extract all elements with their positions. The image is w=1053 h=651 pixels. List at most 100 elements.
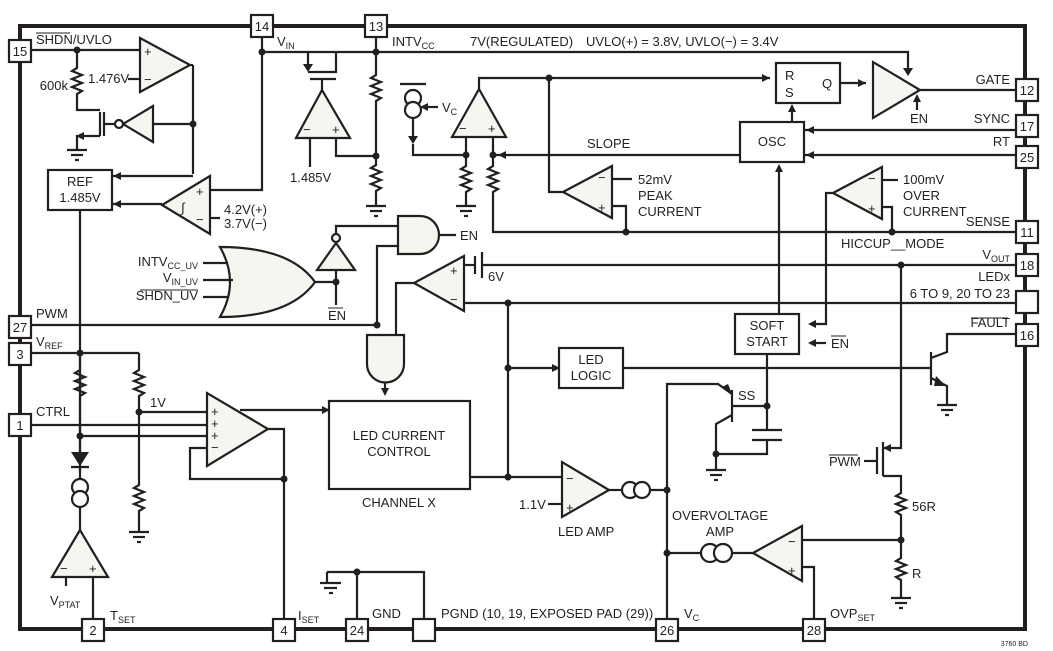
svg-text:+: + [144, 44, 152, 59]
svg-text:+: + [598, 200, 606, 215]
pin-4-iset: 4 ISET [271, 608, 320, 643]
svg-text:OSC: OSC [758, 134, 786, 149]
svg-text:PWM: PWM [36, 306, 68, 321]
svg-text:CURRENT: CURRENT [638, 204, 702, 219]
tset-ptat: − + VPTAT [50, 436, 110, 619]
rs-latch: R S Q [774, 61, 866, 105]
svg-text:27: 27 [13, 320, 27, 335]
svg-text:15: 15 [13, 44, 27, 59]
uvlo-thresholds: UVLO(+) = 3.8V, UVLO(−) = 3.4V [586, 34, 779, 49]
svg-text:12: 12 [1020, 83, 1034, 98]
svg-text:VIN: VIN [277, 34, 295, 51]
svg-text:52mV: 52mV [638, 172, 672, 187]
svg-text:3: 3 [16, 347, 23, 362]
svg-text:11: 11 [1020, 225, 1034, 240]
svg-text:1: 1 [16, 418, 23, 433]
svg-text:LED AMP: LED AMP [558, 524, 614, 539]
svg-text:LOGIC: LOGIC [571, 368, 611, 383]
svg-text:TSET: TSET [110, 608, 136, 625]
svg-text:LEDx: LEDx [978, 269, 1010, 284]
svg-text:14: 14 [255, 19, 269, 34]
pin-ledx: LEDx 6 TO 9, 20 TO 23 [463, 269, 1040, 315]
enable-logic: INTVCC_UV VIN_UV SHDN_UV EN EN + − 6V [136, 214, 504, 396]
svg-text:START: START [746, 334, 787, 349]
svg-text:INTVCC_UV: INTVCC_UV [138, 254, 198, 271]
and-gate-pwm [365, 333, 406, 384]
svg-text:FAULT: FAULT [971, 315, 1011, 330]
svg-text:+: + [488, 121, 496, 136]
svg-text:PGND (10, 19, EXPOSED PAD (29): PGND (10, 19, EXPOSED PAD (29)) [441, 606, 653, 621]
pin-3-vref: 3 VREF 1V [7, 334, 166, 544]
svg-text:25: 25 [1020, 150, 1034, 165]
pin-16-fault: 16 FAULT [929, 315, 1040, 417]
pin-14-vin: 14 VIN [249, 13, 376, 56]
svg-text:4.2V(+): 4.2V(+) [224, 202, 267, 217]
svg-text:VOUT: VOUT [982, 247, 1010, 264]
svg-text:56R: 56R [912, 499, 936, 514]
svg-text:SHDN/UVLO: SHDN/UVLO [36, 32, 112, 47]
svg-text:OVERVOLTAGE: OVERVOLTAGE [672, 508, 768, 523]
svg-text:17: 17 [1020, 119, 1034, 134]
svg-text:−: − [566, 471, 574, 486]
svg-text:26: 26 [660, 623, 674, 638]
pin-25-rt: 25 RT [993, 134, 1040, 170]
svg-text:3.7V(−): 3.7V(−) [224, 216, 267, 231]
pin-12-gate: 12 GATE [976, 72, 1040, 103]
svg-text:+: + [89, 561, 97, 576]
and-gate-en [396, 214, 441, 256]
svg-text:Q: Q [822, 76, 832, 91]
vin-uvlo-comparator: + − ∫ 4.2V(+) 3.7V(−) [159, 50, 267, 236]
svg-text:PWM: PWM [829, 454, 861, 469]
svg-text:RT: RT [993, 134, 1010, 149]
svg-text:6 TO 9, 20 TO 23: 6 TO 9, 20 TO 23 [910, 286, 1010, 301]
or-gate [218, 245, 317, 319]
svg-text:−: − [60, 561, 68, 576]
svg-text:HICCUP__MODE: HICCUP__MODE [841, 236, 945, 251]
slope-label: SLOPE [587, 136, 631, 151]
svg-text:OVPSET: OVPSET [830, 606, 875, 623]
svg-text:1V: 1V [150, 395, 166, 410]
iset-amplifier: + + + − [188, 391, 330, 619]
ovp-divider: PWM 56R R [829, 265, 936, 610]
pin-pgnd: PGND (10, 19, EXPOSED PAD (29)) [411, 606, 653, 643]
block-diagram: 600k + − 1.476V REF 1.485V + − ∫ 4.2V(+)… [7, 13, 1040, 648]
pin-11-sense: 11 SENSE [966, 214, 1040, 245]
svg-text:2: 2 [89, 623, 96, 638]
svg-text:SS: SS [738, 388, 756, 403]
svg-text:REF: REF [67, 174, 93, 189]
svg-text:GATE: GATE [976, 72, 1011, 87]
svg-text:+: + [566, 500, 574, 515]
svg-text:−: − [303, 122, 311, 137]
svg-text:VC: VC [442, 100, 458, 117]
pin-2-tset: 2 TSET [80, 608, 136, 643]
svg-text:−: − [459, 121, 467, 136]
r600k-label: 600k [40, 78, 69, 93]
led-amp: − + 1.1V LED AMP [519, 460, 671, 539]
svg-text:SENSE: SENSE [966, 214, 1010, 229]
svg-text:+: + [332, 122, 340, 137]
svg-text:LED: LED [578, 352, 603, 367]
svg-text:S: S [785, 85, 794, 100]
svg-text:CURRENT: CURRENT [903, 204, 967, 219]
svg-text:EN: EN [460, 228, 478, 243]
svg-text:CONTROL: CONTROL [367, 444, 431, 459]
svg-text:VIN_UV: VIN_UV [163, 270, 198, 287]
svg-text:AMP: AMP [706, 524, 734, 539]
pin-15-shdn-uvlo: 15 SHDN/UVLO [7, 32, 112, 64]
svg-text:−: − [788, 534, 796, 549]
svg-text:GND: GND [372, 606, 401, 621]
svg-text:1.485V: 1.485V [59, 190, 101, 205]
svg-text:+: + [450, 263, 458, 278]
svg-text:R: R [785, 68, 794, 83]
pin-18-vout: 18 VOUT [482, 247, 1040, 278]
svg-text:+: + [788, 563, 796, 578]
pin-26-vc: 26 VC [654, 606, 700, 643]
svg-text:SYNC: SYNC [974, 111, 1010, 126]
svg-text:CTRL: CTRL [36, 404, 70, 419]
svg-text:16: 16 [1020, 328, 1034, 343]
svg-text:OVER: OVER [903, 188, 940, 203]
led-current-control-block: LED CURRENT CONTROL CHANNEL X [327, 303, 562, 510]
svg-text:−: − [598, 170, 606, 185]
svg-text:+: + [196, 184, 204, 199]
svg-text:LED CURRENT: LED CURRENT [353, 428, 446, 443]
